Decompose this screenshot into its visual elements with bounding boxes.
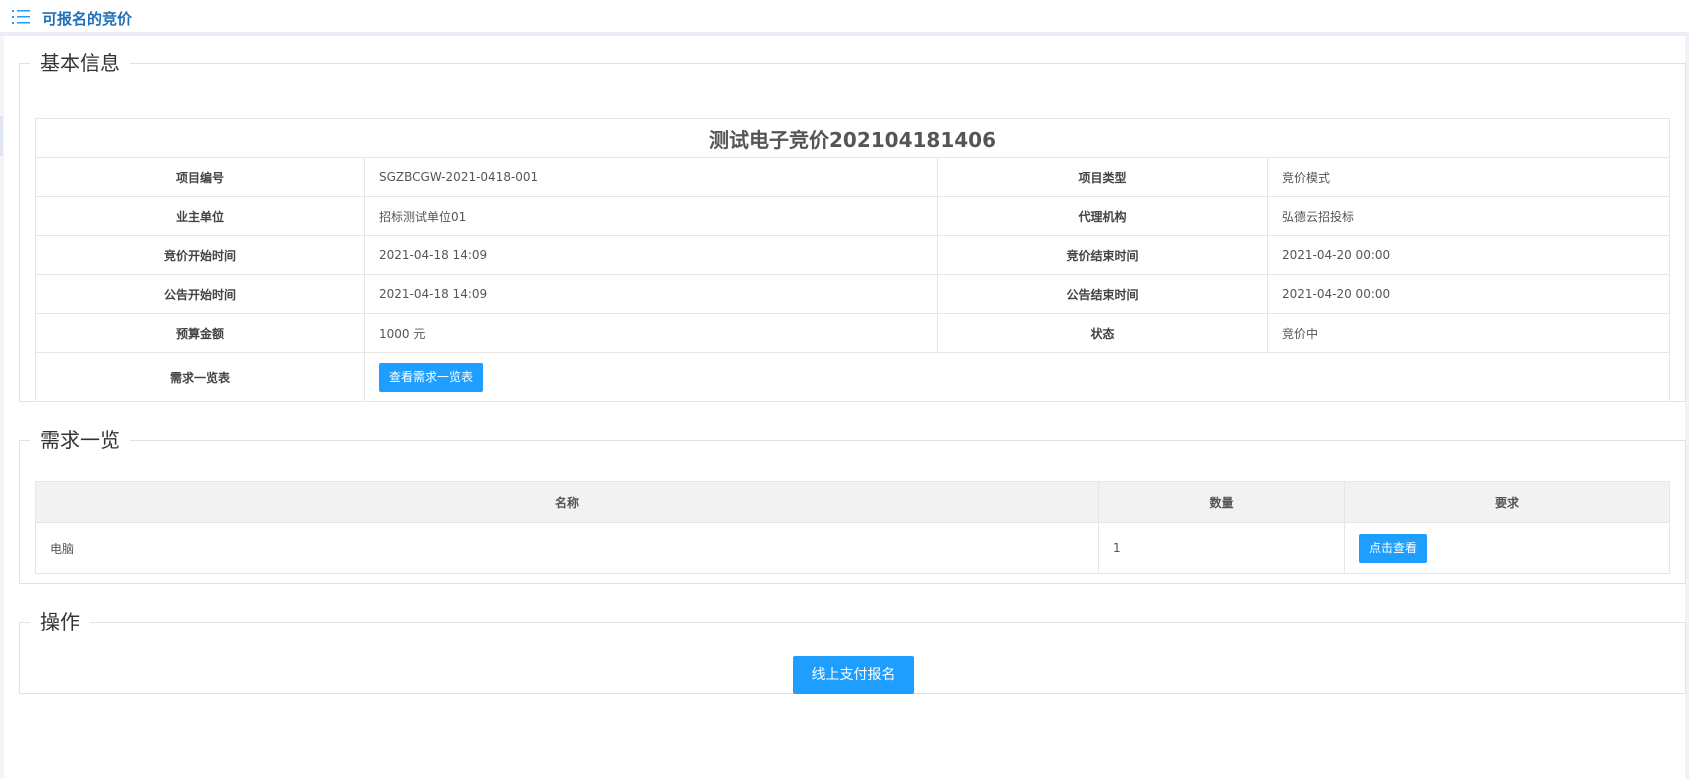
list-icon xyxy=(12,10,30,24)
click-view-button[interactable]: 点击查看 xyxy=(1359,533,1427,563)
label-project-number: 项目编号 xyxy=(35,157,365,197)
online-pay-register-button[interactable]: 线上支付报名 xyxy=(793,656,914,694)
left-rail xyxy=(0,36,4,779)
column-header-requirement: 要求 xyxy=(1344,481,1670,523)
requirements-section: 需求一览 名称 数量 要求 电脑 1 点击查看 xyxy=(19,429,1686,584)
table-row: 电脑 1 点击查看 xyxy=(35,522,1670,574)
project-name: 测试电子竞价202104181406 xyxy=(35,118,1670,158)
label-budget: 预算金额 xyxy=(35,313,365,353)
value-bid-start: 2021-04-18 14:09 xyxy=(364,235,938,275)
column-header-name: 名称 xyxy=(35,481,1099,523)
label-notice-start: 公告开始时间 xyxy=(35,274,365,314)
cell-name: 电脑 xyxy=(35,522,1099,574)
value-notice-end: 2021-04-20 00:00 xyxy=(1267,274,1670,314)
label-agency: 代理机构 xyxy=(937,196,1268,236)
value-status: 竞价中 xyxy=(1267,313,1670,353)
label-bid-end: 竞价结束时间 xyxy=(937,235,1268,275)
operation-section: 操作 线上支付报名 xyxy=(19,611,1686,694)
basic-info-section: 基本信息 测试电子竞价202104181406 项目编号 SGZBCGW-202… xyxy=(19,52,1686,402)
basic-info-table: 测试电子竞价202104181406 项目编号 SGZBCGW-2021-041… xyxy=(35,118,1670,402)
label-bid-start: 竞价开始时间 xyxy=(35,235,365,275)
top-bar: 可报名的竞价 xyxy=(0,0,1689,36)
section-legend-operation: 操作 xyxy=(40,610,80,634)
label-status: 状态 xyxy=(937,313,1268,353)
value-budget: 1000 元 xyxy=(364,313,938,353)
value-owner-unit: 招标测试单位01 xyxy=(364,196,938,236)
label-notice-end: 公告结束时间 xyxy=(937,274,1268,314)
column-header-quantity: 数量 xyxy=(1098,481,1345,523)
requirements-table: 名称 数量 要求 电脑 1 点击查看 xyxy=(35,481,1670,574)
view-requirement-list-button[interactable]: 查看需求一览表 xyxy=(379,362,483,392)
page-title: 可报名的竞价 xyxy=(42,10,133,28)
value-project-type: 竞价模式 xyxy=(1267,157,1670,197)
label-project-type: 项目类型 xyxy=(937,157,1268,197)
value-project-number: SGZBCGW-2021-0418-001 xyxy=(364,157,938,197)
section-legend-requirements: 需求一览 xyxy=(40,428,120,452)
value-bid-end: 2021-04-20 00:00 xyxy=(1267,235,1670,275)
value-agency: 弘德云招投标 xyxy=(1267,196,1670,236)
label-requirement-list: 需求一览表 xyxy=(35,352,365,402)
section-legend-basic: 基本信息 xyxy=(40,51,120,75)
value-notice-start: 2021-04-18 14:09 xyxy=(364,274,938,314)
cell-quantity: 1 xyxy=(1098,522,1345,574)
label-owner-unit: 业主单位 xyxy=(35,196,365,236)
